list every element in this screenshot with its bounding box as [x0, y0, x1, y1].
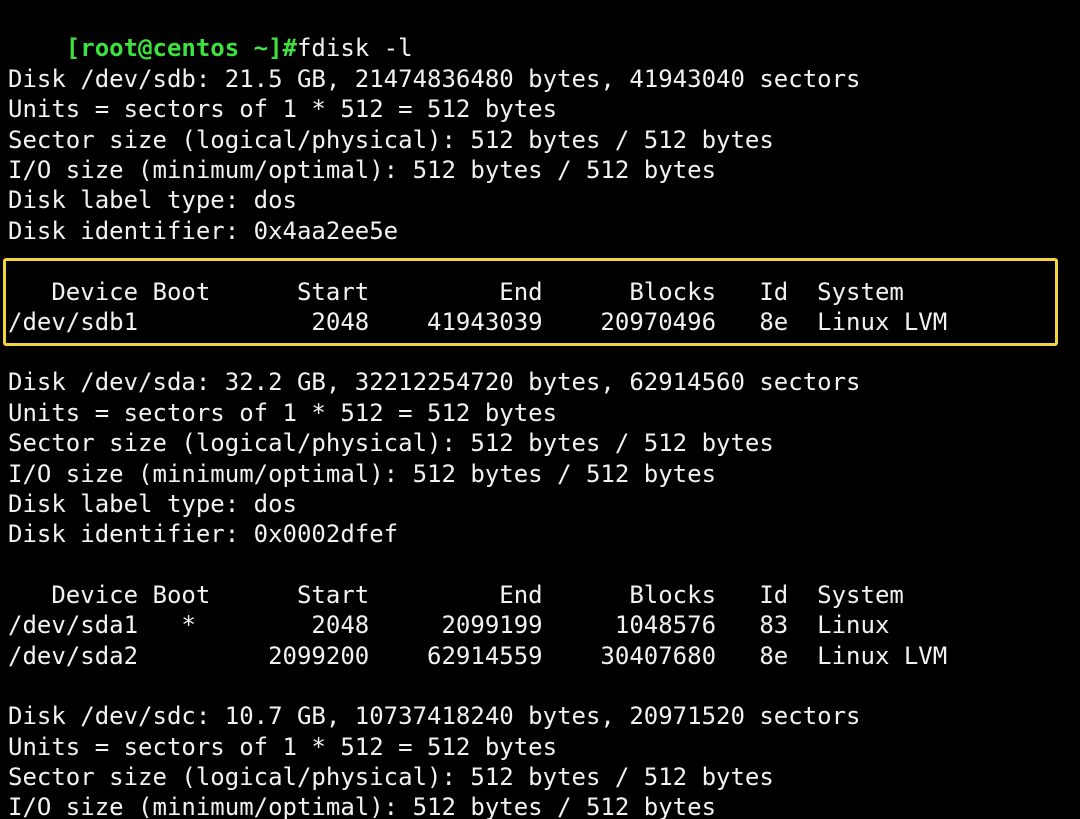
partition-table-header: Device Boot Start End Blocks Id System [8, 581, 904, 609]
partition-row: /dev/sda1 * 2048 2099199 1048576 83 Linu… [8, 611, 890, 639]
partition-table-header: Device Boot Start End Blocks Id System [8, 278, 904, 306]
output-line: I/O size (minimum/optimal): 512 bytes / … [8, 793, 717, 819]
output-line: Disk identifier: 0x0002dfef [8, 520, 399, 548]
output-line: Disk /dev/sda: 32.2 GB, 32212254720 byte… [8, 368, 861, 396]
output-line: I/O size (minimum/optimal): 512 bytes / … [8, 460, 717, 488]
prompt-line: [root@centos ~]#fdisk -l [8, 3, 413, 62]
output-line: Disk /dev/sdb: 21.5 GB, 21474836480 byte… [8, 65, 861, 93]
output-line: Disk label type: dos [8, 490, 297, 518]
output-line: Sector size (logical/physical): 512 byte… [8, 763, 774, 791]
output-line: Sector size (logical/physical): 512 byte… [8, 429, 774, 457]
output-line: Disk identifier: 0x4aa2ee5e [8, 217, 399, 245]
partition-row: /dev/sdb1 2048 41943039 20970496 8e Linu… [8, 308, 948, 336]
output-line: Disk label type: dos [8, 186, 297, 214]
output-line: Units = sectors of 1 * 512 = 512 bytes [8, 95, 558, 123]
partition-row: /dev/sda2 2099200 62914559 30407680 8e L… [8, 642, 948, 670]
shell-prompt: [root@centos ~]# [65, 34, 297, 63]
output-line: I/O size (minimum/optimal): 512 bytes / … [8, 156, 717, 184]
terminal-window[interactable]: [root@centos ~]#fdisk -l Disk /dev/sdb: … [0, 0, 1080, 819]
output-line: Units = sectors of 1 * 512 = 512 bytes [8, 733, 558, 761]
command-text: fdisk -l [296, 34, 413, 63]
output-line: Sector size (logical/physical): 512 byte… [8, 126, 774, 154]
output-line: Disk /dev/sdc: 10.7 GB, 10737418240 byte… [8, 702, 861, 730]
output-line: Units = sectors of 1 * 512 = 512 bytes [8, 399, 558, 427]
